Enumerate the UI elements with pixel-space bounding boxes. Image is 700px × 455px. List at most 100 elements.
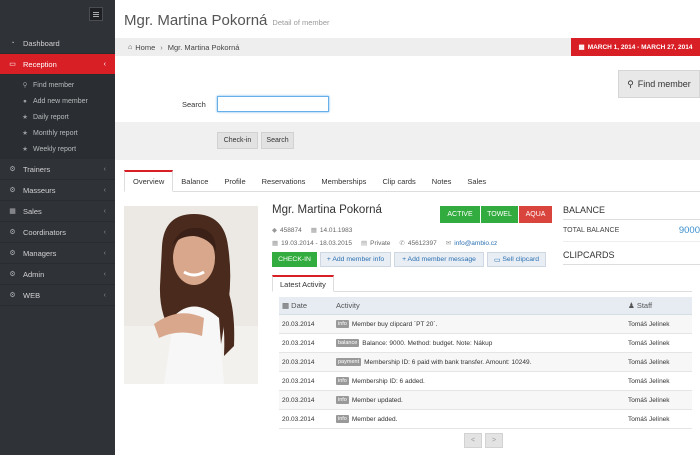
next-page-button[interactable]: > [485, 433, 503, 448]
member-email-link[interactable]: info@ambio.cz [454, 240, 497, 247]
breadcrumb-home-link[interactable]: Home [135, 43, 155, 52]
sidebar-item-trainers[interactable]: ⚙ Trainers ‹ [0, 159, 115, 180]
user-icon: ● [23, 97, 27, 105]
member-tabs: Overview Balance Profile Reservations Me… [124, 170, 700, 192]
column-staff[interactable]: ♟ Staff [626, 301, 692, 310]
activity-table: ▦ Date Activity ♟ Staff 20.03.2014 info M… [279, 297, 692, 429]
submenu-label: Weekly report [33, 145, 77, 153]
sidebar-item-label: WEB [23, 290, 41, 300]
previous-page-button[interactable]: < [464, 433, 482, 448]
activity-tag: info [336, 396, 349, 404]
row-date: 20.03.2014 [282, 396, 315, 404]
column-activity[interactable]: Activity [336, 301, 626, 310]
date-range-button[interactable]: ▦ MARCH 1, 2014 - MARCH 27, 2014 [571, 38, 700, 56]
tab-balance[interactable]: Balance [173, 170, 216, 192]
tab-overview[interactable]: Overview [124, 170, 174, 192]
column-date[interactable]: ▦ Date [279, 301, 336, 310]
check-in-member-button[interactable]: CHECK-IN [272, 252, 317, 267]
sidebar-item-dashboard[interactable]: ◔ Dashboard [0, 33, 115, 54]
status-aqua-badge[interactable]: AQUA [518, 206, 552, 223]
balance-heading: BALANCE [563, 200, 700, 220]
row-date: 20.03.2014 [282, 415, 315, 423]
tab-underline [272, 291, 692, 292]
status-towel-badge[interactable]: TOWEL [480, 206, 518, 223]
tab-latest-activity[interactable]: Latest Activity [272, 275, 334, 292]
member-birthdate-value: 14.01.1983 [319, 226, 353, 234]
tab-notes[interactable]: Notes [424, 170, 460, 192]
sidebar-item-admin[interactable]: ⚙ Admin ‹ [0, 264, 115, 285]
add-member-info-button[interactable]: + Add member info [320, 252, 391, 267]
search-button[interactable]: Search [261, 132, 294, 149]
row-activity: info Membership ID: 6 added. [336, 377, 626, 385]
submenu-label: Add new member [33, 97, 88, 105]
activity-text: Member updated. [351, 396, 403, 404]
submenu-item-monthly-report[interactable]: ★ Monthly report [0, 125, 115, 141]
submenu-item-daily-report[interactable]: ★ Daily report [0, 109, 115, 125]
breadcrumb: ⌂ Home › Mgr. Martina Pokorná [128, 43, 239, 52]
activity-tag: info [336, 320, 349, 328]
tab-reservations[interactable]: Reservations [254, 170, 314, 192]
status-active-badge[interactable]: ACTIVE [440, 206, 480, 223]
activity-text: Balance: 9000. Method: budget. Note: Nák… [362, 339, 493, 347]
submenu-item-find-member[interactable]: ⚲ Find member [0, 77, 115, 93]
table-row: 20.03.2014 balance Balance: 9000. Method:… [279, 334, 692, 353]
tab-clip-cards[interactable]: Clip cards [374, 170, 423, 192]
add-member-message-button[interactable]: + Add member message [394, 252, 484, 267]
table-row: 20.03.2014 info Member updated. Tomáš Jel… [279, 391, 692, 410]
member-email[interactable]: ✉ info@ambio.cz [445, 239, 498, 248]
sidebar-item-sales[interactable]: ▦ Sales ‹ [0, 201, 115, 222]
chevron-left-icon: ‹ [103, 291, 106, 299]
sidebar-toggle-button[interactable] [89, 7, 103, 21]
envelope-icon: ✉ [445, 240, 452, 247]
member-phone: ✆ 45612397 [399, 239, 436, 248]
cogs-icon: ⚙ [9, 291, 16, 299]
member-type-value: Private [370, 239, 391, 247]
row-staff: Tomáš Jelínek [628, 339, 670, 347]
tab-memberships[interactable]: Memberships [313, 170, 374, 192]
row-activity: info Member added. [336, 415, 626, 423]
sidebar-item-coordinators[interactable]: ⚙ Coordinators ‹ [0, 222, 115, 243]
sidebar-item-managers[interactable]: ⚙ Managers ‹ [0, 243, 115, 264]
sidebar-item-web[interactable]: ⚙ WEB ‹ [0, 285, 115, 306]
home-icon: ⌂ [128, 44, 133, 51]
sidebar: ◔ Dashboard ▭ Reception ‹ ⚲ Find member … [0, 0, 115, 455]
row-activity: info Member buy clipcard ´PT 20´. [336, 320, 626, 328]
chevron-left-icon: ‹ [103, 186, 106, 194]
search-input[interactable] [217, 96, 329, 112]
total-balance-value: 9000 [678, 225, 700, 236]
sidebar-item-reception[interactable]: ▭ Reception ‹ [0, 54, 115, 75]
tab-sales[interactable]: Sales [459, 170, 494, 192]
sidebar-item-label: Dashboard [23, 38, 60, 48]
search-area: ⚲ Find member Search [115, 56, 700, 122]
tab-profile[interactable]: Profile [216, 170, 253, 192]
search-icon: ⚲ [627, 78, 634, 89]
submenu-item-add-new-member[interactable]: ● Add new member [0, 93, 115, 109]
calendar-icon: ▦ [272, 240, 279, 247]
calendar-icon: ▦ [282, 301, 292, 310]
member-name: Mgr. Martina Pokorná [272, 204, 382, 216]
find-member-button[interactable]: ⚲ Find member [618, 70, 700, 98]
cogs-icon: ⚙ [9, 186, 16, 194]
breadcrumb-bar: ⌂ Home › Mgr. Martina Pokorná ▦ MARCH 1,… [115, 38, 700, 56]
member-type: ▤ Private [361, 239, 391, 248]
table-row: 20.03.2014 payment Membership ID: 6 paid … [279, 353, 692, 372]
activity-table-header: ▦ Date Activity ♟ Staff [279, 297, 692, 315]
find-member-label: Find member [637, 79, 691, 89]
member-birthdate: ▦ 14.01.1983 [311, 226, 353, 235]
submenu-item-weekly-report[interactable]: ★ Weekly report [0, 141, 115, 157]
calendar-icon: ▦ [578, 44, 585, 51]
chevron-left-icon: ‹ [103, 249, 106, 257]
column-staff-label: Staff [636, 301, 653, 310]
sell-clipcard-button[interactable]: ▭ Sell clipcard [487, 252, 546, 267]
row-staff: Tomáš Jelínek [628, 396, 670, 404]
cogs-icon: ⚙ [9, 270, 16, 278]
star-icon: ★ [22, 114, 28, 121]
row-activity: info Member updated. [336, 396, 626, 404]
sidebar-item-masseurs[interactable]: ⚙ Masseurs ‹ [0, 180, 115, 201]
check-in-button[interactable]: Check-in [217, 132, 258, 149]
row-staff: Tomáš Jelínek [628, 415, 670, 423]
chevron-left-icon: ‹ [103, 228, 106, 236]
page-title: Mgr. Martina Pokorná [124, 12, 268, 29]
activity-text: Membership ID: 6 paid with bank transfer… [364, 358, 532, 366]
sidebar-item-label: Reception [23, 59, 57, 69]
